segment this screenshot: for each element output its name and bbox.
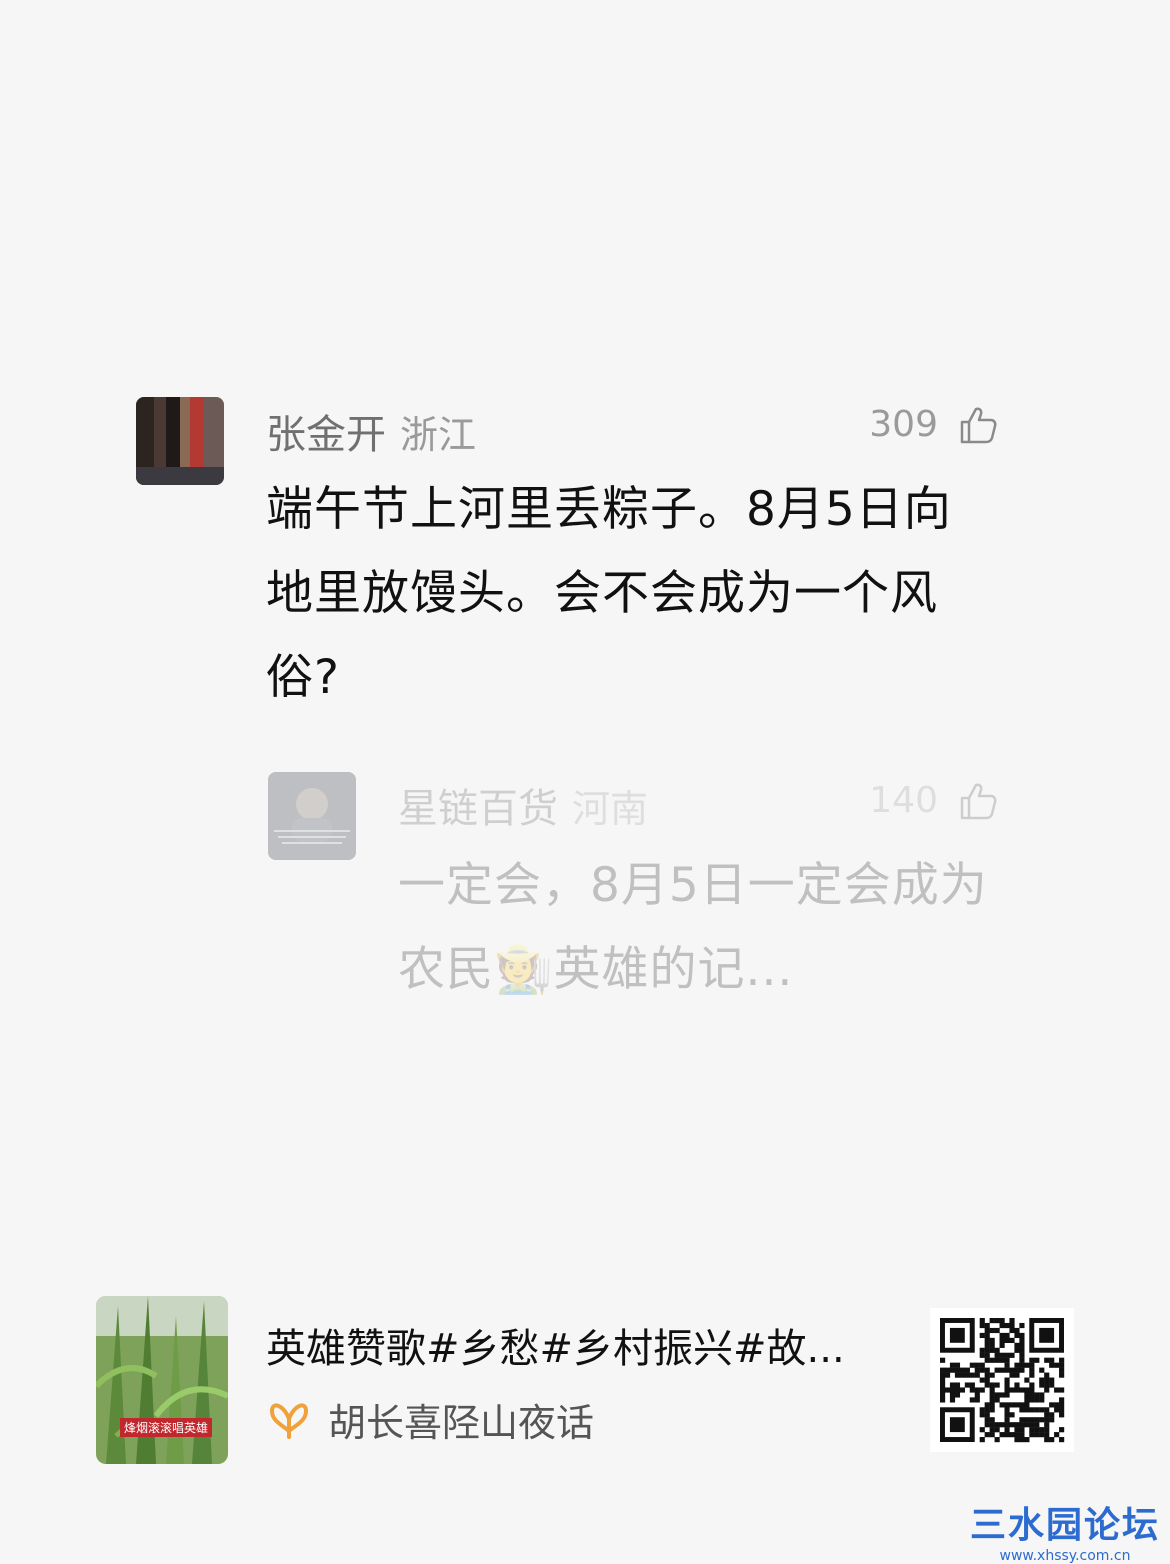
comment-header: 星链百货 河南 bbox=[398, 776, 648, 834]
avatar[interactable] bbox=[268, 772, 356, 860]
comment-text: 一定会，8月5日一定会成为农民🧑‍🌾英雄的记... bbox=[398, 858, 988, 997]
comment-text: 端午节上河里丢粽子。8月5日向地里放馒头。会不会成为一个风俗? bbox=[266, 482, 952, 705]
region-label: 河南 bbox=[572, 787, 649, 831]
avatar-image bbox=[136, 397, 224, 485]
video-author[interactable]: 胡长喜陉山夜话 bbox=[266, 1392, 594, 1447]
thumbnail-caption: 烽烟滚滚唱英雄 bbox=[120, 1418, 213, 1437]
qr-code-icon bbox=[930, 1308, 1074, 1452]
username[interactable]: 星链百货 bbox=[398, 786, 558, 832]
like-area[interactable]: 309 bbox=[869, 404, 998, 445]
like-area[interactable]: 140 bbox=[869, 780, 998, 821]
thumbs-up-icon[interactable] bbox=[958, 781, 998, 821]
thumbs-up-icon[interactable] bbox=[958, 405, 998, 445]
watermark: 三水园论坛 www.xhssy.com.cn bbox=[970, 1496, 1160, 1564]
cornfield-image bbox=[96, 1296, 228, 1464]
video-title[interactable]: 英雄赞歌#乡愁#乡村振兴#故... bbox=[266, 1316, 845, 1374]
watermark-url: www.xhssy.com.cn bbox=[999, 1548, 1131, 1564]
butterfly-icon bbox=[270, 1402, 308, 1439]
video-thumbnail[interactable]: 烽烟滚滚唱英雄 bbox=[96, 1296, 228, 1464]
qr-code[interactable] bbox=[930, 1308, 1074, 1452]
watermark-title: 三水园论坛 bbox=[969, 1505, 1160, 1546]
like-count: 309 bbox=[869, 404, 938, 445]
region-label: 浙江 bbox=[400, 413, 477, 457]
author-name: 胡长喜陉山夜话 bbox=[328, 1401, 595, 1445]
like-count: 140 bbox=[869, 780, 938, 821]
comment-header: 张金开 浙江 bbox=[266, 402, 476, 460]
avatar-image bbox=[268, 772, 356, 860]
username[interactable]: 张金开 bbox=[266, 412, 386, 458]
avatar[interactable] bbox=[136, 397, 224, 485]
